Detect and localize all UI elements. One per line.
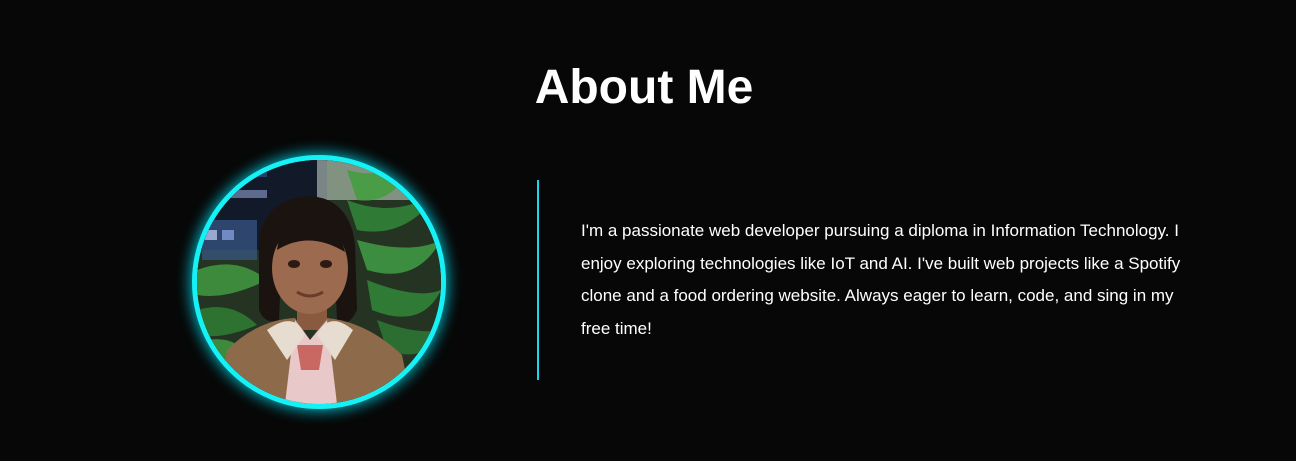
page-title: About Me — [534, 61, 754, 114]
profile-photo-illustration — [197, 160, 441, 404]
profile-photo — [192, 155, 446, 409]
vertical-divider — [537, 180, 539, 380]
about-bio: I'm a passionate web developer pursuing … — [581, 221, 1181, 338]
about-section: About Me I'm a passionate web developer … — [0, 0, 1296, 461]
